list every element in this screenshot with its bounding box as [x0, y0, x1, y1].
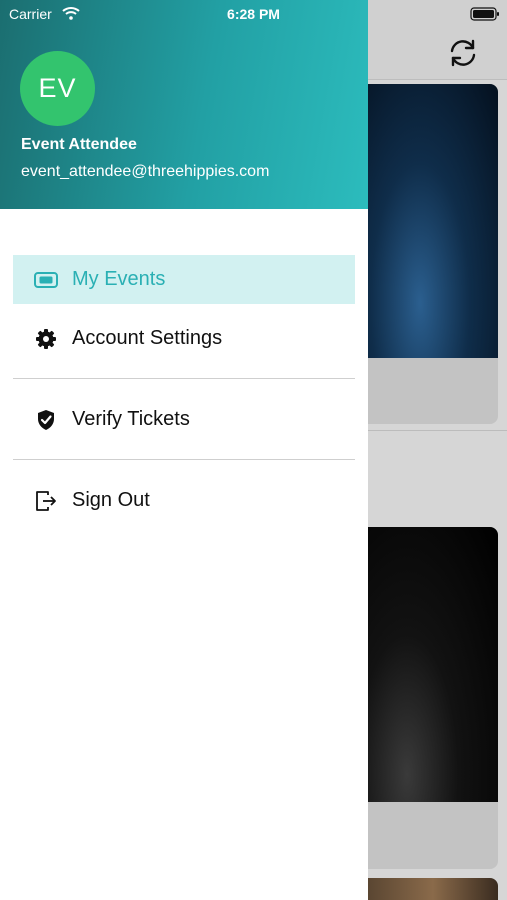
menu-divider: [13, 459, 355, 460]
menu-item-verify-tickets[interactable]: Verify Tickets: [13, 395, 355, 444]
event-image: [368, 878, 498, 900]
drawer-header: EV Event Attendee event_attendee@threehi…: [0, 0, 368, 209]
menu-item-account-settings[interactable]: Account Settings: [13, 314, 355, 363]
menu-item-my-events[interactable]: My Events: [13, 255, 355, 304]
user-name: Event Attendee: [21, 136, 137, 153]
shield-check-icon: [34, 408, 58, 432]
gear-icon: [34, 327, 58, 351]
ticket-icon: [34, 268, 58, 292]
background-event-card[interactable]: [368, 84, 498, 424]
background-divider: [368, 430, 507, 431]
event-image: [368, 527, 498, 802]
menu-item-label: Account Settings: [72, 327, 223, 349]
navigation-drawer: EV Event Attendee event_attendee@threehi…: [0, 0, 368, 900]
clock: 6:28 PM: [227, 6, 280, 22]
sync-icon[interactable]: [446, 36, 480, 70]
menu-item-label: Sign Out: [72, 489, 150, 511]
sign-out-icon: [34, 489, 58, 513]
menu-item-sign-out[interactable]: Sign Out: [13, 476, 355, 525]
background-event-card[interactable]: [368, 878, 498, 900]
menu-item-label: My Events: [72, 268, 166, 290]
event-image: [368, 84, 498, 358]
menu-item-label: Verify Tickets: [72, 408, 190, 430]
avatar[interactable]: EV: [20, 51, 95, 126]
menu-divider: [13, 378, 355, 379]
status-bar: Carrier 6:28 PM: [0, 0, 507, 28]
user-email: event_attendee@threehippies.com: [21, 163, 270, 180]
background-event-card[interactable]: [368, 527, 498, 869]
battery-icon: [470, 7, 499, 21]
